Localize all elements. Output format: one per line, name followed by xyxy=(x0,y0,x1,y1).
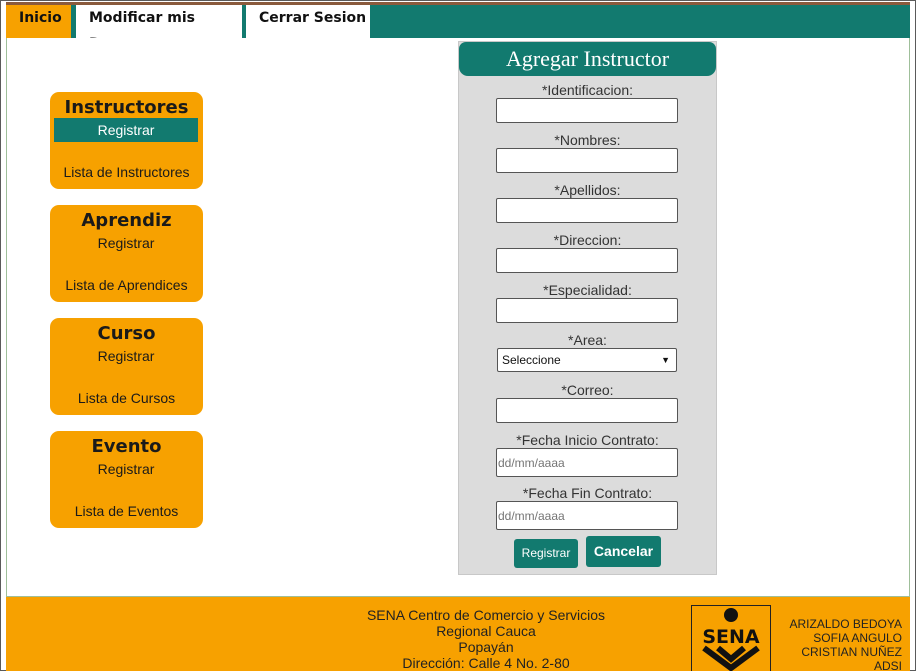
identificacion-label: *Identificacion: xyxy=(541,82,634,98)
menu-title-aprendiz: Aprendiz xyxy=(81,210,172,231)
area-label: *Area: xyxy=(568,332,607,348)
menu-link-lista-aprendices[interactable]: Lista de Aprendices xyxy=(50,277,203,293)
sena-logo-graphic: SENA xyxy=(702,608,760,671)
menu-group-instructores: Instructores Registrar Lista de Instruct… xyxy=(50,92,203,189)
nombres-label: *Nombres: xyxy=(554,132,621,148)
tab-inicio[interactable]: Inicio xyxy=(6,5,71,40)
nombres-input[interactable] xyxy=(496,148,678,173)
credit-name: ARIZALDO BEDOYA xyxy=(789,617,902,631)
tab-cerrar-sesion[interactable]: Cerrar Sesion xyxy=(246,5,370,40)
credit-program: ADSI xyxy=(873,659,902,671)
apellidos-input[interactable] xyxy=(496,198,678,223)
menu-title-evento: Evento xyxy=(91,436,162,457)
menu-group-evento: Evento Registrar Lista de Eventos xyxy=(50,431,203,528)
fecha-inicio-input[interactable] xyxy=(496,448,678,477)
credit-name: CRISTIAN NUÑEZ xyxy=(801,645,902,659)
top-nav-bar: Inicio Modificar mis Datos Cerrar Sesion xyxy=(6,2,910,52)
agregar-instructor-form: Agregar Instructor *Identificacion: *Nom… xyxy=(458,41,717,575)
area-select-value: Seleccione xyxy=(502,353,561,367)
menu-group-aprendiz: Aprendiz Registrar Lista de Aprendices xyxy=(50,205,203,302)
sena-logo-text: SENA xyxy=(702,626,760,648)
menu-title-instructores: Instructores xyxy=(64,97,189,118)
menu-title-curso: Curso xyxy=(97,323,156,344)
tab-modificar-datos[interactable]: Modificar mis Datos xyxy=(76,5,242,52)
footer-address: Dirección: Calle 4 No. 2-80 xyxy=(402,655,570,671)
menu-link-registrar-curso[interactable]: Registrar xyxy=(54,344,198,368)
menu-link-lista-instructores[interactable]: Lista de Instructores xyxy=(50,164,203,180)
especialidad-input[interactable] xyxy=(496,298,678,323)
form-title: Agregar Instructor xyxy=(459,42,716,76)
menu-link-registrar-evento[interactable]: Registrar xyxy=(54,457,198,481)
fecha-inicio-label: *Fecha Inicio Contrato: xyxy=(516,432,659,448)
area-select[interactable]: Seleccione ▼ xyxy=(497,348,677,372)
correo-input[interactable] xyxy=(496,398,678,423)
menu-link-registrar-aprendiz[interactable]: Registrar xyxy=(54,231,198,255)
footer-city: Popayán xyxy=(458,639,514,655)
correo-label: *Correo: xyxy=(561,382,614,398)
menu-link-lista-cursos[interactable]: Lista de Cursos xyxy=(50,390,203,406)
footer: SENA Centro de Comercio y Servicios Regi… xyxy=(6,596,910,671)
especialidad-label: *Especialidad: xyxy=(543,282,632,298)
registrar-button[interactable]: Registrar xyxy=(514,539,578,568)
direccion-input[interactable] xyxy=(496,248,678,273)
footer-regional: Regional Cauca xyxy=(436,623,536,639)
menu-link-registrar-instructor[interactable]: Registrar xyxy=(54,118,198,142)
direccion-label: *Direccion: xyxy=(553,232,622,248)
menu-group-curso: Curso Registrar Lista de Cursos xyxy=(50,318,203,415)
identificacion-input[interactable] xyxy=(496,98,678,123)
cancelar-button[interactable]: Cancelar xyxy=(586,536,661,567)
credit-name: SOFIA ANGULO xyxy=(813,631,902,645)
footer-institution: SENA Centro de Comercio y Servicios xyxy=(366,607,606,623)
sena-logo: SENA xyxy=(691,605,771,671)
footer-credits: ARIZALDO BEDOYA SOFIA ANGULO CRISTIAN NU… xyxy=(762,617,902,671)
apellidos-label: *Apellidos: xyxy=(554,182,621,198)
fecha-fin-label: *Fecha Fin Contrato: xyxy=(522,485,653,501)
chevron-down-icon: ▼ xyxy=(661,355,670,365)
fecha-fin-input[interactable] xyxy=(496,501,678,530)
menu-link-lista-eventos[interactable]: Lista de Eventos xyxy=(50,503,203,519)
